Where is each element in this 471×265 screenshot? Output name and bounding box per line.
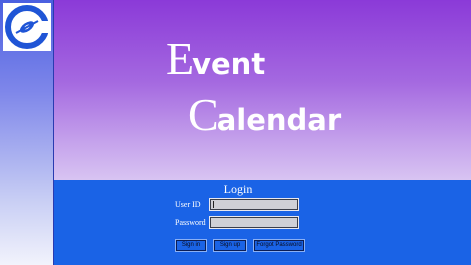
title-initial-e: E [166, 33, 195, 84]
login-heading: Login [223, 182, 253, 196]
event-calendar-logo-icon [5, 5, 49, 49]
app-title-line-2: Calendar [188, 92, 341, 138]
user-id-input[interactable] [209, 198, 299, 211]
text-caret [213, 201, 214, 208]
title-rest-vent: vent [192, 47, 266, 81]
user-id-label: User ID [175, 200, 201, 209]
sign-in-button[interactable]: Sign in [175, 239, 207, 252]
password-input[interactable] [209, 216, 299, 229]
app-window: Event Calendar Login User ID Password Si… [0, 0, 471, 265]
app-title-line-1: Event [166, 36, 265, 82]
forgot-password-button[interactable]: Forgot Password [253, 239, 305, 252]
sign-up-button[interactable]: Sign up [213, 239, 247, 252]
password-label: Password [175, 218, 206, 227]
title-rest-alendar: alendar [216, 103, 342, 137]
login-panel: Login User ID Password Sign in Sign up F… [54, 180, 471, 265]
hero-banner: Event Calendar [54, 0, 471, 180]
app-logo [3, 3, 51, 51]
title-initial-c: C [188, 89, 219, 140]
sidebar [0, 0, 54, 265]
